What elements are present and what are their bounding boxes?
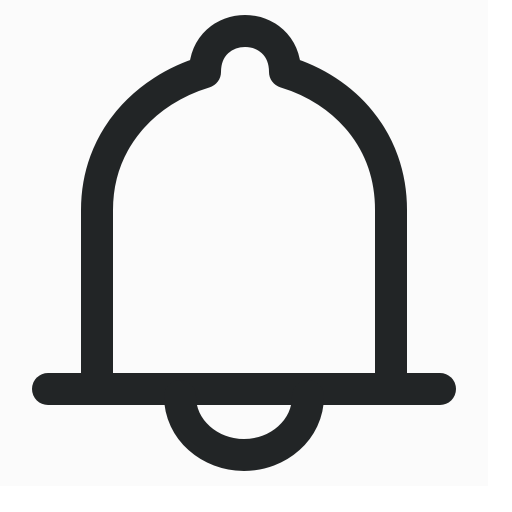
- icon-canvas: [0, 0, 512, 512]
- bell-body: [81, 15, 407, 392]
- bell-icon: [32, 15, 456, 471]
